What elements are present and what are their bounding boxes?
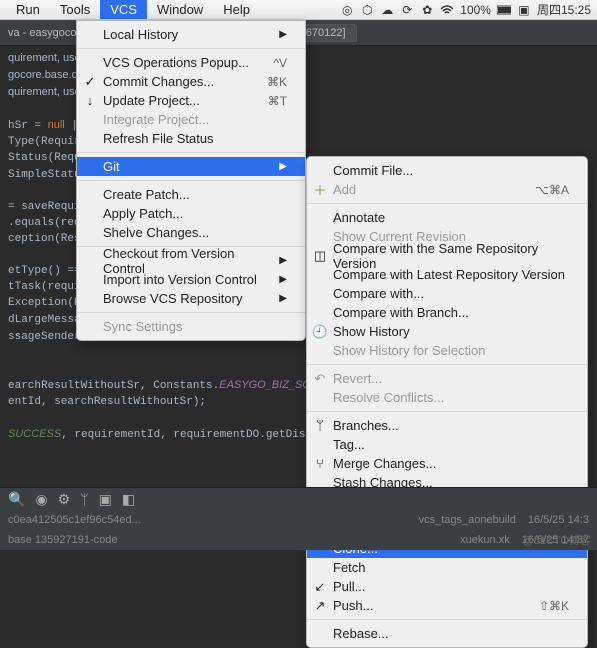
git-show-history[interactable]: 🕘Show History [307,322,587,341]
git-annotate[interactable]: Annotate [307,208,587,227]
tool-icon[interactable]: ⚙ [58,491,71,508]
git-push[interactable]: ↗Push...⇧⌘K [307,596,587,615]
tool-icon[interactable]: ◧ [122,491,135,508]
app-icon: ⬡ [360,3,374,17]
app-icon: ✿ [420,3,434,17]
git-commit-file[interactable]: Commit File... [307,161,587,180]
chevron-right-icon: ▶ [279,274,287,285]
menu-import-vc[interactable]: Import into Version Control▶ [77,270,305,289]
separator [77,152,305,153]
chevron-right-icon: ▶ [279,293,287,304]
git-submenu: Commit File... ＋Add⌥⌘A Annotate Show Cur… [306,156,588,648]
git-show-history-selection: Show History for Selection [307,341,587,360]
vcs-log-row[interactable]: base 135927191-code xuekun.xk 16/5/25 14… [0,530,597,550]
git-compare-latest[interactable]: Compare with Latest Repository Version [307,265,587,284]
chevron-right-icon: ▶ [279,255,287,266]
branch-icon[interactable]: ᛘ [80,491,88,507]
git-rebase[interactable]: Rebase... [307,624,587,643]
terminal-icon[interactable]: ▣ [99,491,112,508]
wifi-icon [440,3,454,17]
git-compare-same[interactable]: ◫Compare with the Same Repository Versio… [307,246,587,265]
chevron-right-icon: ▶ [279,161,287,172]
separator [77,180,305,181]
menu-tools[interactable]: Tools [50,0,100,19]
separator [307,203,587,204]
menu-create-patch[interactable]: Create Patch... [77,185,305,204]
git-tag[interactable]: Tag... [307,435,587,454]
git-fetch[interactable]: Fetch [307,558,587,577]
menu-git[interactable]: Git▶ [77,157,305,176]
menu-vcs-operations[interactable]: VCS Operations Popup...^V [77,53,305,72]
menu-help[interactable]: Help [213,0,260,19]
vcs-log-row[interactable]: c0ea412505c1ef96c54ed... vcs_tags_aonebu… [0,510,597,530]
menu-sync-settings: Sync Settings [77,317,305,336]
battery-percent: 100% [460,3,491,17]
menu-apply-patch[interactable]: Apply Patch... [77,204,305,223]
menu-vcs[interactable]: VCS [100,0,147,19]
input-icon: ▣ [517,3,531,17]
menu-commit-changes[interactable]: ✓Commit Changes...⌘K [77,72,305,91]
watermark: @51CTO博客 [523,532,591,548]
git-resolve-conflicts: Resolve Conflicts... [307,388,587,407]
system-tray: ◎ ⬡ ☁︎ ⟳ ✿ 100% ▣ 周四15:25 [340,1,591,18]
breadcrumb: va - easygocore [8,27,86,39]
sync-icon: ⟳ [400,3,414,17]
git-pull[interactable]: ↙Pull... [307,577,587,596]
branch-icon: ᛘ [313,419,327,433]
separator [307,364,587,365]
status-bar: 🔍 ◉ ⚙ ᛘ ▣ ◧ c0ea412505c1ef96c54ed... vcs… [0,487,597,550]
battery-icon [497,3,511,17]
git-revert: ↶Revert... [307,369,587,388]
merge-icon: ⑂ [313,457,327,471]
search-icon[interactable]: 🔍 [8,491,25,508]
history-icon: 🕘 [313,325,327,339]
menu-shelve-changes[interactable]: Shelve Changes... [77,223,305,242]
separator [307,619,587,620]
update-icon: ↓ [83,94,97,108]
git-branches[interactable]: ᛘBranches... [307,416,587,435]
menu-browse-vcs[interactable]: Browse VCS Repository▶ [77,289,305,308]
app-icon: ◎ [340,3,354,17]
separator [77,48,305,49]
pull-icon: ↙ [313,580,327,594]
menu-update-project[interactable]: ↓Update Project...⌘T [77,91,305,110]
menu-run[interactable]: Run [6,0,50,19]
toolwindow-icons: 🔍 ◉ ⚙ ᛘ ▣ ◧ [0,488,597,510]
menu-integrate-project: Integrate Project... [77,110,305,129]
commit-icon: ✓ [83,75,97,89]
menu-checkout-vc[interactable]: Checkout from Version Control▶ [77,251,305,270]
mic-icon[interactable]: ◉ [35,491,47,508]
chevron-right-icon: ▶ [279,29,287,40]
menu-refresh-status[interactable]: Refresh File Status [77,129,305,148]
revert-icon: ↶ [313,372,327,386]
separator [77,312,305,313]
vcs-dropdown: Local History▶ VCS Operations Popup...^V… [76,20,306,341]
menu-window[interactable]: Window [147,0,213,19]
push-icon: ↗ [313,599,327,613]
git-compare-branch[interactable]: Compare with Branch... [307,303,587,322]
git-add: ＋Add⌥⌘A [307,180,587,199]
plus-icon: ＋ [313,183,327,197]
clock: 周四15:25 [537,1,591,18]
diff-icon: ◫ [313,249,327,263]
cloud-icon: ☁︎ [380,3,394,17]
git-compare-with[interactable]: Compare with... [307,284,587,303]
separator [307,411,587,412]
git-merge[interactable]: ⑂Merge Changes... [307,454,587,473]
macos-menubar: Run Tools VCS Window Help ◎ ⬡ ☁︎ ⟳ ✿ 100… [0,0,597,20]
menu-local-history[interactable]: Local History▶ [77,25,305,44]
